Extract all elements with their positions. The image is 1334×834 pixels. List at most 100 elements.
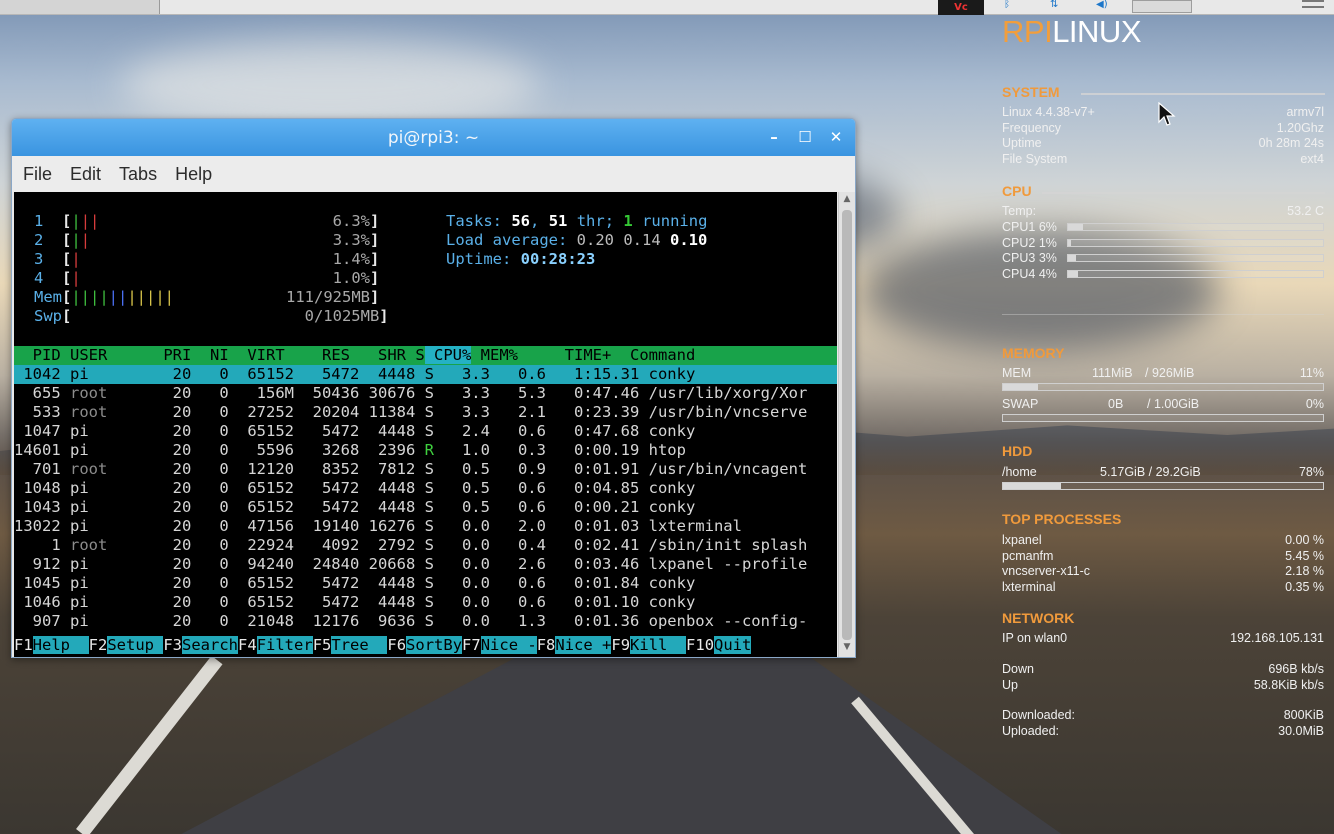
- up-row: Up 58.8KiB kb/s: [1002, 678, 1324, 692]
- process-row[interactable]: 533 root 20 0 27252 20204 11384 S 3.3 2.…: [14, 403, 837, 422]
- menu-help[interactable]: Help: [175, 164, 212, 185]
- mem-meter-value: 111/925MB: [286, 288, 370, 306]
- fkey-f8[interactable]: F8: [537, 636, 556, 654]
- column-header[interactable]: TIME+: [518, 346, 612, 364]
- cpu-meter-1: 1 [||| 6.3%]: [34, 212, 380, 230]
- process-row[interactable]: 13022 pi 20 0 47156 19140 16276 S 0.0 2.…: [14, 517, 837, 536]
- swap-progress-bar: [1002, 414, 1324, 422]
- mem-meter: Mem[||||||||||| 111/925MB]: [34, 288, 380, 306]
- scroll-up-icon[interactable]: ▲: [841, 194, 853, 206]
- mem-row: MEM 111MiB/ 926MiB 11%: [1002, 366, 1324, 380]
- swap-row: SWAP 0B/ 1.00GiB 0%: [1002, 397, 1324, 411]
- fkey-label[interactable]: Quit: [714, 636, 752, 654]
- process-row[interactable]: 912 pi 20 0 94240 24840 20668 S 0.0 2.6 …: [14, 555, 837, 574]
- system-row: Linux 4.4.38-v7+ armv7l: [1002, 105, 1324, 119]
- terminal-window: pi@rpi3: ~ – ☐ ✕ File Edit Tabs Help 1 […: [11, 118, 856, 658]
- fkey-label[interactable]: Kill: [630, 636, 687, 654]
- maximize-icon[interactable]: ☐: [795, 127, 815, 147]
- column-header[interactable]: SHR: [350, 346, 406, 364]
- window-titlebar[interactable]: pi@rpi3: ~ – ☐ ✕: [12, 119, 855, 156]
- fkey-f5[interactable]: F5: [313, 636, 332, 654]
- menu-file[interactable]: File: [23, 164, 52, 185]
- fkey-f7[interactable]: F7: [462, 636, 481, 654]
- column-header[interactable]: S: [406, 346, 424, 364]
- column-header[interactable]: CPU%: [424, 346, 472, 364]
- cpu-meter-pct: 1.4%: [332, 250, 370, 268]
- fkey-label[interactable]: Help: [32, 636, 89, 654]
- process-row[interactable]: 907 pi 20 0 21048 12176 9636 S 0.0 1.3 0…: [14, 612, 837, 631]
- swap-meter-label: Swp: [34, 307, 62, 325]
- mem-progress-bar: [1002, 383, 1324, 391]
- conky-widget: RPILINUX SYSTEM Linux 4.4.38-v7+ armv7l Fr…: [995, 12, 1331, 832]
- hdd-progress-bar: [1002, 482, 1324, 490]
- network-icon[interactable]: ⇅: [1050, 0, 1064, 10]
- top-process-row: lxterminal 0.35 %: [1002, 579, 1324, 594]
- column-header[interactable]: Command: [611, 346, 695, 364]
- htop-terminal[interactable]: 1 [||| 6.3%] 2 [|| 3.3%] 3 [| 1.4%] 4 [|…: [14, 192, 837, 657]
- column-header[interactable]: USER: [61, 346, 145, 364]
- cpu-meter-2: 2 [|| 3.3%]: [34, 231, 380, 249]
- section-divider: [1081, 93, 1325, 95]
- process-row[interactable]: 1046 pi 20 0 65152 5472 4448 S 0.0 0.6 0…: [14, 593, 837, 612]
- uploaded-row: Uploaded: 30.0MiB: [1002, 724, 1324, 738]
- cpu-meter-4: 4 [| 1.0%]: [34, 269, 380, 287]
- cpu-graph-baseline: [1002, 314, 1324, 315]
- column-header[interactable]: PRI: [145, 346, 191, 364]
- top-process-row: vncserver-x11-c 2.18 %: [1002, 564, 1324, 578]
- process-row[interactable]: 1 root 20 0 22924 4092 2792 S 0.0 0.4 0:…: [14, 536, 837, 555]
- mem-meter-label: Mem: [34, 288, 62, 306]
- uptime: Uptime: 00:28:23: [446, 250, 596, 268]
- section-divider: [1042, 192, 1325, 194]
- system-row: Uptime 0h 28m 24s: [1002, 136, 1324, 150]
- hdd-row: /home 5.17GiB / 29.2GiB 78%: [1002, 465, 1324, 479]
- fkey-label[interactable]: Filter: [256, 636, 313, 654]
- process-row[interactable]: 1045 pi 20 0 65152 5472 4448 S 0.0 0.6 0…: [14, 574, 837, 593]
- column-header[interactable]: MEM%: [471, 346, 518, 364]
- cpu-meter-pct: 3.3%: [332, 231, 371, 249]
- fkey-label[interactable]: SortBy: [406, 636, 463, 654]
- menu-tabs[interactable]: Tabs: [119, 164, 157, 185]
- process-row[interactable]: 655 root 20 0 156M 50436 30676 S 3.3 5.3…: [14, 384, 837, 403]
- scroll-down-icon[interactable]: ▼: [841, 642, 853, 654]
- column-header[interactable]: VIRT: [229, 346, 284, 364]
- cpu-meter-label: 4: [34, 269, 44, 287]
- fkey-f9[interactable]: F9: [611, 636, 630, 654]
- process-row[interactable]: 14601 pi 20 0 5596 3268 2396 R 1.0 0.3 0…: [14, 441, 837, 460]
- process-row[interactable]: 1047 pi 20 0 65152 5472 4448 S 2.4 0.6 0…: [14, 422, 837, 441]
- fkey-label[interactable]: Setup: [107, 636, 164, 654]
- swap-meter-value: 0/1025MB: [304, 307, 380, 325]
- load-average: Load average: 0.20 0.14 0.10: [446, 231, 708, 249]
- process-row[interactable]: 701 root 20 0 12120 8352 7812 S 0.5 0.9 …: [14, 460, 837, 479]
- fkey-label[interactable]: Nice -: [480, 636, 537, 654]
- fkey-label[interactable]: Search: [182, 636, 239, 654]
- fkey-f6[interactable]: F6: [387, 636, 406, 654]
- fkey-label[interactable]: Tree: [331, 636, 388, 654]
- fkey-f2[interactable]: F2: [89, 636, 108, 654]
- bluetooth-icon[interactable]: ᛒ: [1004, 0, 1018, 10]
- fkey-f10[interactable]: F10: [686, 636, 714, 654]
- column-header[interactable]: RES: [285, 346, 350, 364]
- minimize-icon[interactable]: –: [764, 127, 784, 147]
- section-hdd-title: HDD: [1002, 443, 1033, 459]
- process-row[interactable]: 1043 pi 20 0 65152 5472 4448 S 0.5 0.6 0…: [14, 498, 837, 517]
- fkey-label[interactable]: Nice +: [555, 636, 612, 654]
- vnc-tray-icon[interactable]: Vc: [938, 0, 984, 15]
- top-process-row: pcmanfm 5.45 %: [1002, 548, 1324, 563]
- process-row[interactable]: 1048 pi 20 0 65152 5472 4448 S 0.5 0.6 0…: [14, 479, 837, 498]
- column-header[interactable]: PID: [14, 346, 61, 364]
- menu-edit[interactable]: Edit: [70, 164, 101, 185]
- fkey-f1[interactable]: F1: [14, 636, 33, 654]
- fkey-f3[interactable]: F3: [163, 636, 182, 654]
- terminal-scrollbar[interactable]: ▲ ▼: [838, 192, 855, 657]
- process-row[interactable]: 1042 pi 20 0 65152 5472 4448 S 3.3 0.6 1…: [14, 365, 837, 384]
- fkey-f4[interactable]: F4: [238, 636, 257, 654]
- scroll-thumb[interactable]: [842, 210, 852, 640]
- process-table-header[interactable]: PID USER PRI NI VIRT RES SHR S CPU% MEM%…: [14, 346, 837, 365]
- close-icon[interactable]: ✕: [826, 127, 846, 147]
- menu-icon[interactable]: [1302, 0, 1324, 8]
- volume-icon[interactable]: ◀): [1096, 0, 1110, 10]
- column-header[interactable]: NI: [191, 346, 229, 364]
- taskbar-button[interactable]: [0, 0, 160, 14]
- cpu-meter-label: 3: [34, 250, 44, 268]
- section-top-processes-title: TOP PROCESSES: [1002, 511, 1122, 527]
